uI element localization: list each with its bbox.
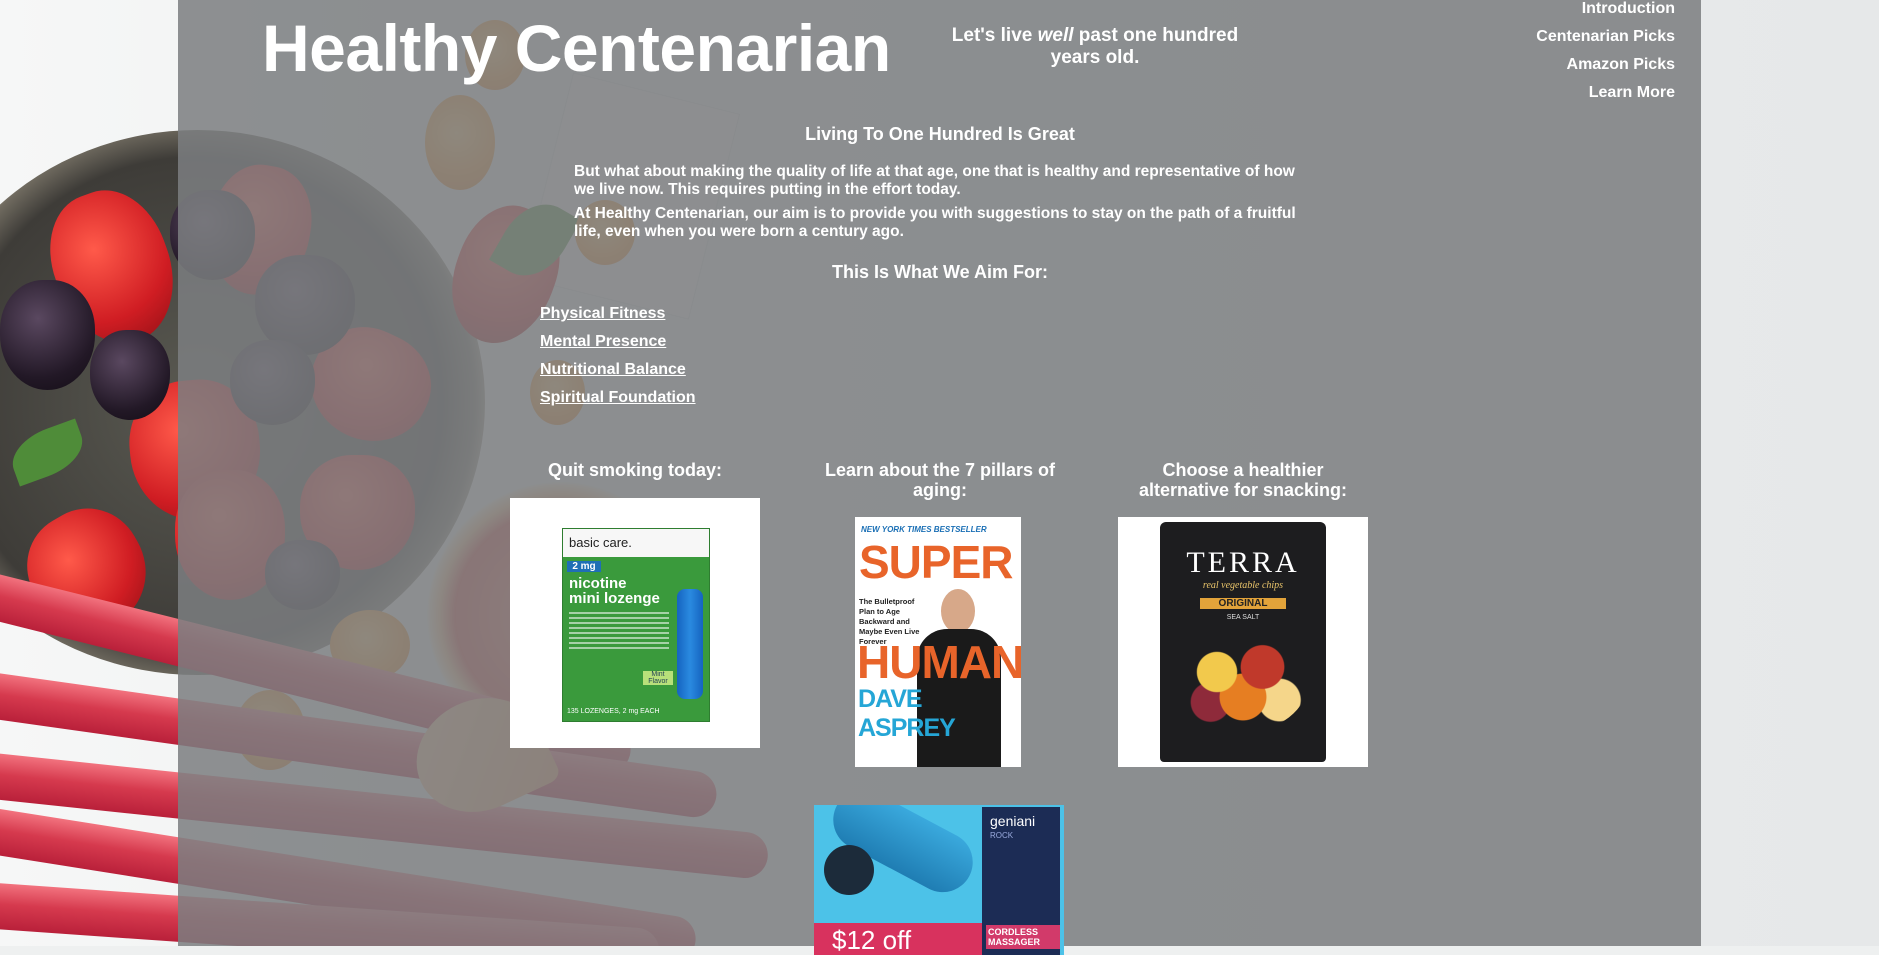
promo-title-aging: Learn about the 7 pillars of aging: bbox=[824, 460, 1056, 500]
product-image-nicotine-lozenge[interactable]: basic care. 2 mg nicotine mini lozenge M… bbox=[510, 498, 760, 748]
site-tagline: Let's live well past one hundred years o… bbox=[950, 25, 1240, 69]
aim-link-physical-fitness[interactable]: Physical Fitness bbox=[540, 300, 696, 328]
product-image-super-human-book[interactable]: NEW YORK TIMES BESTSELLER SUPER The Bull… bbox=[855, 517, 1021, 767]
lozenge-count: 135 LOZENGES, 2 mg EACH bbox=[567, 708, 660, 715]
lozenge-box-header: basic care. bbox=[563, 529, 709, 557]
nav-amazon-picks[interactable]: Amazon Picks bbox=[1536, 51, 1675, 79]
intro-text: But what about making the quality of lif… bbox=[574, 163, 1314, 247]
massager-head bbox=[824, 845, 874, 895]
promo-title-snacking: Choose a healthier alternative for snack… bbox=[1138, 460, 1348, 500]
chips-detail: SEA SALT bbox=[1226, 614, 1260, 621]
lozenge-flavor: Mint Flavor bbox=[643, 671, 673, 685]
brand-label: basic care. bbox=[569, 535, 632, 550]
aims-list: Physical Fitness Mental Presence Nutriti… bbox=[540, 300, 696, 412]
massager-brand: geniani bbox=[990, 813, 1036, 829]
massager-model: ROCK bbox=[990, 831, 1014, 840]
massager-badge: CORDLESS MASSAGER bbox=[986, 925, 1060, 949]
nav-centenarian-picks[interactable]: Centenarian Picks bbox=[1536, 23, 1675, 51]
chips-line: real vegetable chips bbox=[1202, 580, 1284, 591]
author-head bbox=[941, 589, 975, 633]
site-title: Healthy Centenarian bbox=[262, 11, 891, 85]
aim-link-spiritual-foundation[interactable]: Spiritual Foundation bbox=[540, 384, 696, 412]
list-item: Nutritional Balance bbox=[540, 356, 696, 384]
chips-brand: TERRA bbox=[1186, 546, 1300, 579]
book-title-super: SUPER bbox=[859, 536, 1013, 588]
lozenge-tube bbox=[677, 589, 703, 699]
nav-learn-more[interactable]: Learn More bbox=[1536, 79, 1675, 107]
book-title-human: HUMAN bbox=[857, 636, 1021, 688]
list-item: Spiritual Foundation bbox=[540, 384, 696, 412]
product-image-terra-chips[interactable]: TERRA real vegetable chips ORIGINAL SEA … bbox=[1118, 517, 1368, 767]
product-image-massager[interactable]: geniani ROCK CORDLESS MASSAGER $12 off bbox=[814, 805, 1064, 955]
intro-heading: Living To One Hundred Is Great bbox=[805, 124, 1075, 144]
book-banner: NEW YORK TIMES BESTSELLER bbox=[861, 525, 987, 534]
massager-box: geniani ROCK CORDLESS MASSAGER bbox=[982, 807, 1060, 955]
list-item: Mental Presence bbox=[540, 328, 696, 356]
aim-link-mental-presence[interactable]: Mental Presence bbox=[540, 328, 696, 356]
lozenge-fine-print bbox=[569, 612, 669, 652]
chips-variety: ORIGINAL bbox=[1200, 598, 1286, 609]
book-author: DAVE ASPREY bbox=[858, 685, 956, 742]
tagline-text-end: past one hundred years old. bbox=[1050, 25, 1239, 68]
lozenge-box: basic care. 2 mg nicotine mini lozenge M… bbox=[562, 528, 710, 722]
tagline-text: Let's live bbox=[951, 25, 1038, 46]
tagline-emphasis: well bbox=[1037, 25, 1074, 46]
intro-paragraph: At Healthy Centenarian, our aim is to pr… bbox=[574, 205, 1296, 240]
aims-heading: This Is What We Aim For: bbox=[831, 262, 1048, 282]
main-nav: Introduction Centenarian Picks Amazon Pi… bbox=[1536, 0, 1675, 107]
promo-title-smoking: Quit smoking today: bbox=[547, 460, 722, 480]
strength-badge: 2 mg bbox=[567, 561, 601, 572]
massager-offer: $12 off bbox=[832, 925, 912, 955]
nav-introduction[interactable]: Introduction bbox=[1536, 0, 1675, 23]
intro-paragraph: But what about making the quality of lif… bbox=[574, 163, 1295, 198]
chips-bag: TERRA real vegetable chips ORIGINAL SEA … bbox=[1160, 522, 1326, 762]
list-item: Physical Fitness bbox=[540, 300, 696, 328]
chips-pile bbox=[1178, 632, 1308, 732]
aim-link-nutritional-balance[interactable]: Nutritional Balance bbox=[540, 356, 696, 384]
massager-offer-banner: $12 off bbox=[814, 923, 982, 955]
page-content: Healthy Centenarian Let's live well past… bbox=[0, 0, 1879, 955]
